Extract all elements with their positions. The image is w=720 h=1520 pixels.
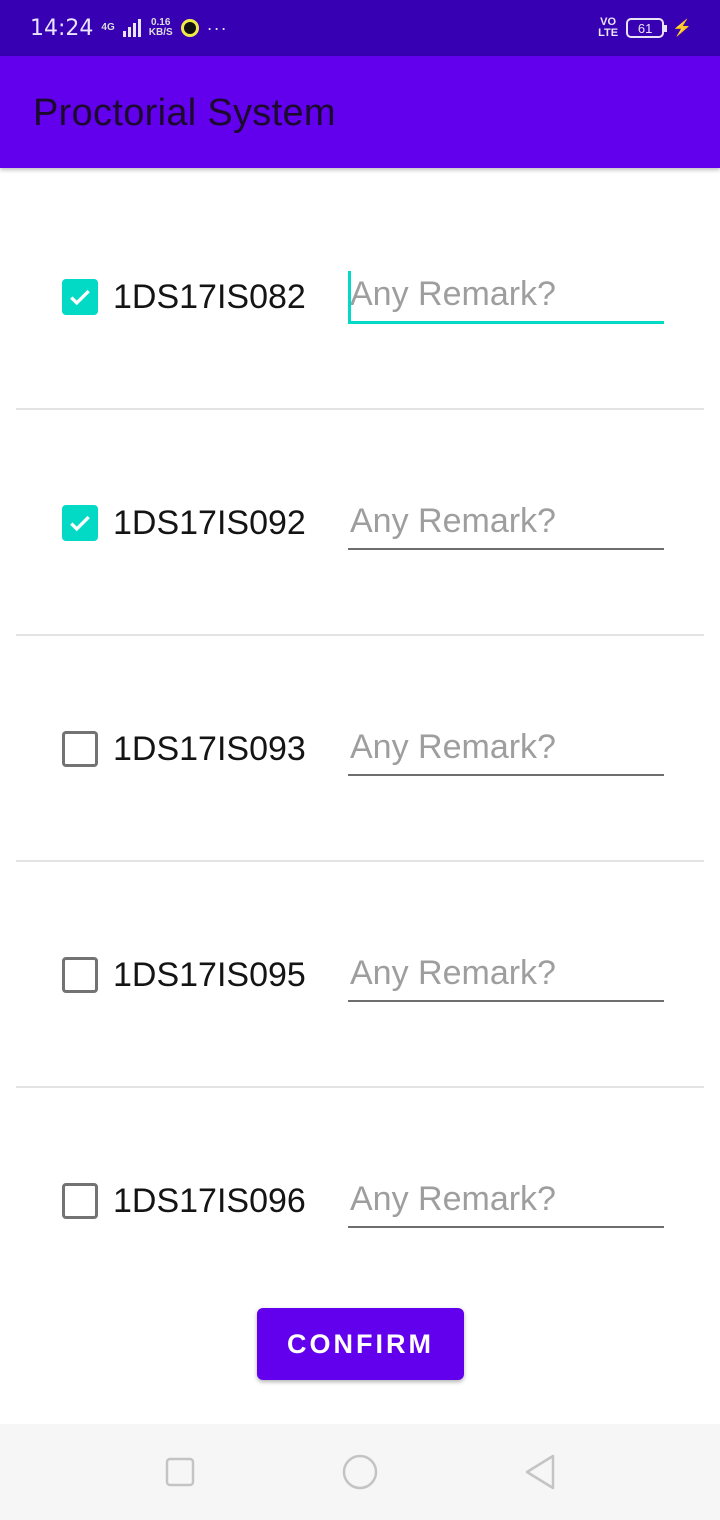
volte-bottom: LTE — [598, 27, 619, 39]
student-row: 1DS17IS093 — [0, 636, 720, 862]
student-roll-number: 1DS17IS082 — [113, 278, 306, 316]
battery-icon: 61 — [626, 18, 668, 38]
student-row: 1DS17IS082 — [0, 184, 720, 410]
notification-dot-icon — [180, 19, 199, 37]
remark-input[interactable] — [348, 498, 664, 550]
network-type: 4G — [101, 22, 115, 33]
network-type-icon: 4G — [101, 23, 114, 33]
attendance-checkbox[interactable] — [62, 957, 98, 993]
home-icon[interactable] — [340, 1452, 380, 1492]
student-row: 1DS17IS095 — [0, 862, 720, 1088]
remark-input[interactable] — [348, 272, 664, 324]
status-time: 14:24 — [30, 15, 94, 41]
text-cursor — [348, 271, 351, 321]
attendance-checkbox[interactable] — [62, 1183, 98, 1219]
signal-icon — [122, 19, 141, 37]
confirm-button[interactable]: CONFIRM — [257, 1308, 464, 1380]
status-left: 14:24 4G 0.16 KB/S ··· — [30, 0, 228, 56]
back-icon[interactable] — [520, 1452, 560, 1492]
attendance-checkbox[interactable] — [62, 505, 98, 541]
attendance-checkbox[interactable] — [62, 279, 98, 315]
remark-input[interactable] — [348, 1176, 664, 1228]
app-bar: Proctorial System — [0, 56, 720, 168]
more-notifications-icon: ··· — [206, 17, 228, 38]
data-speed: 0.16 KB/S — [149, 18, 173, 38]
system-nav-bar — [0, 1424, 720, 1520]
volte-icon: VO LTE — [598, 17, 618, 39]
student-roll-number: 1DS17IS092 — [113, 504, 306, 542]
student-row: 1DS17IS092 — [0, 410, 720, 636]
attendance-checkbox[interactable] — [62, 731, 98, 767]
recents-icon[interactable] — [160, 1452, 200, 1492]
check-icon — [70, 289, 90, 306]
check-icon — [70, 515, 90, 532]
remark-input[interactable] — [348, 950, 664, 1002]
remark-input[interactable] — [348, 724, 664, 776]
student-roll-number: 1DS17IS095 — [113, 956, 306, 994]
student-row: 1DS17IS096 — [0, 1088, 720, 1314]
status-bar: 14:24 4G 0.16 KB/S ··· VO LTE 61 ⚡ — [0, 0, 720, 56]
student-roll-number: 1DS17IS093 — [113, 730, 306, 768]
data-speed-unit: KB/S — [148, 27, 173, 38]
status-right: VO LTE 61 ⚡ — [598, 0, 692, 56]
charging-icon: ⚡ — [672, 20, 692, 37]
student-roll-number: 1DS17IS096 — [113, 1182, 306, 1220]
page-title: Proctorial System — [33, 92, 336, 134]
battery-level: 61 — [637, 20, 653, 36]
